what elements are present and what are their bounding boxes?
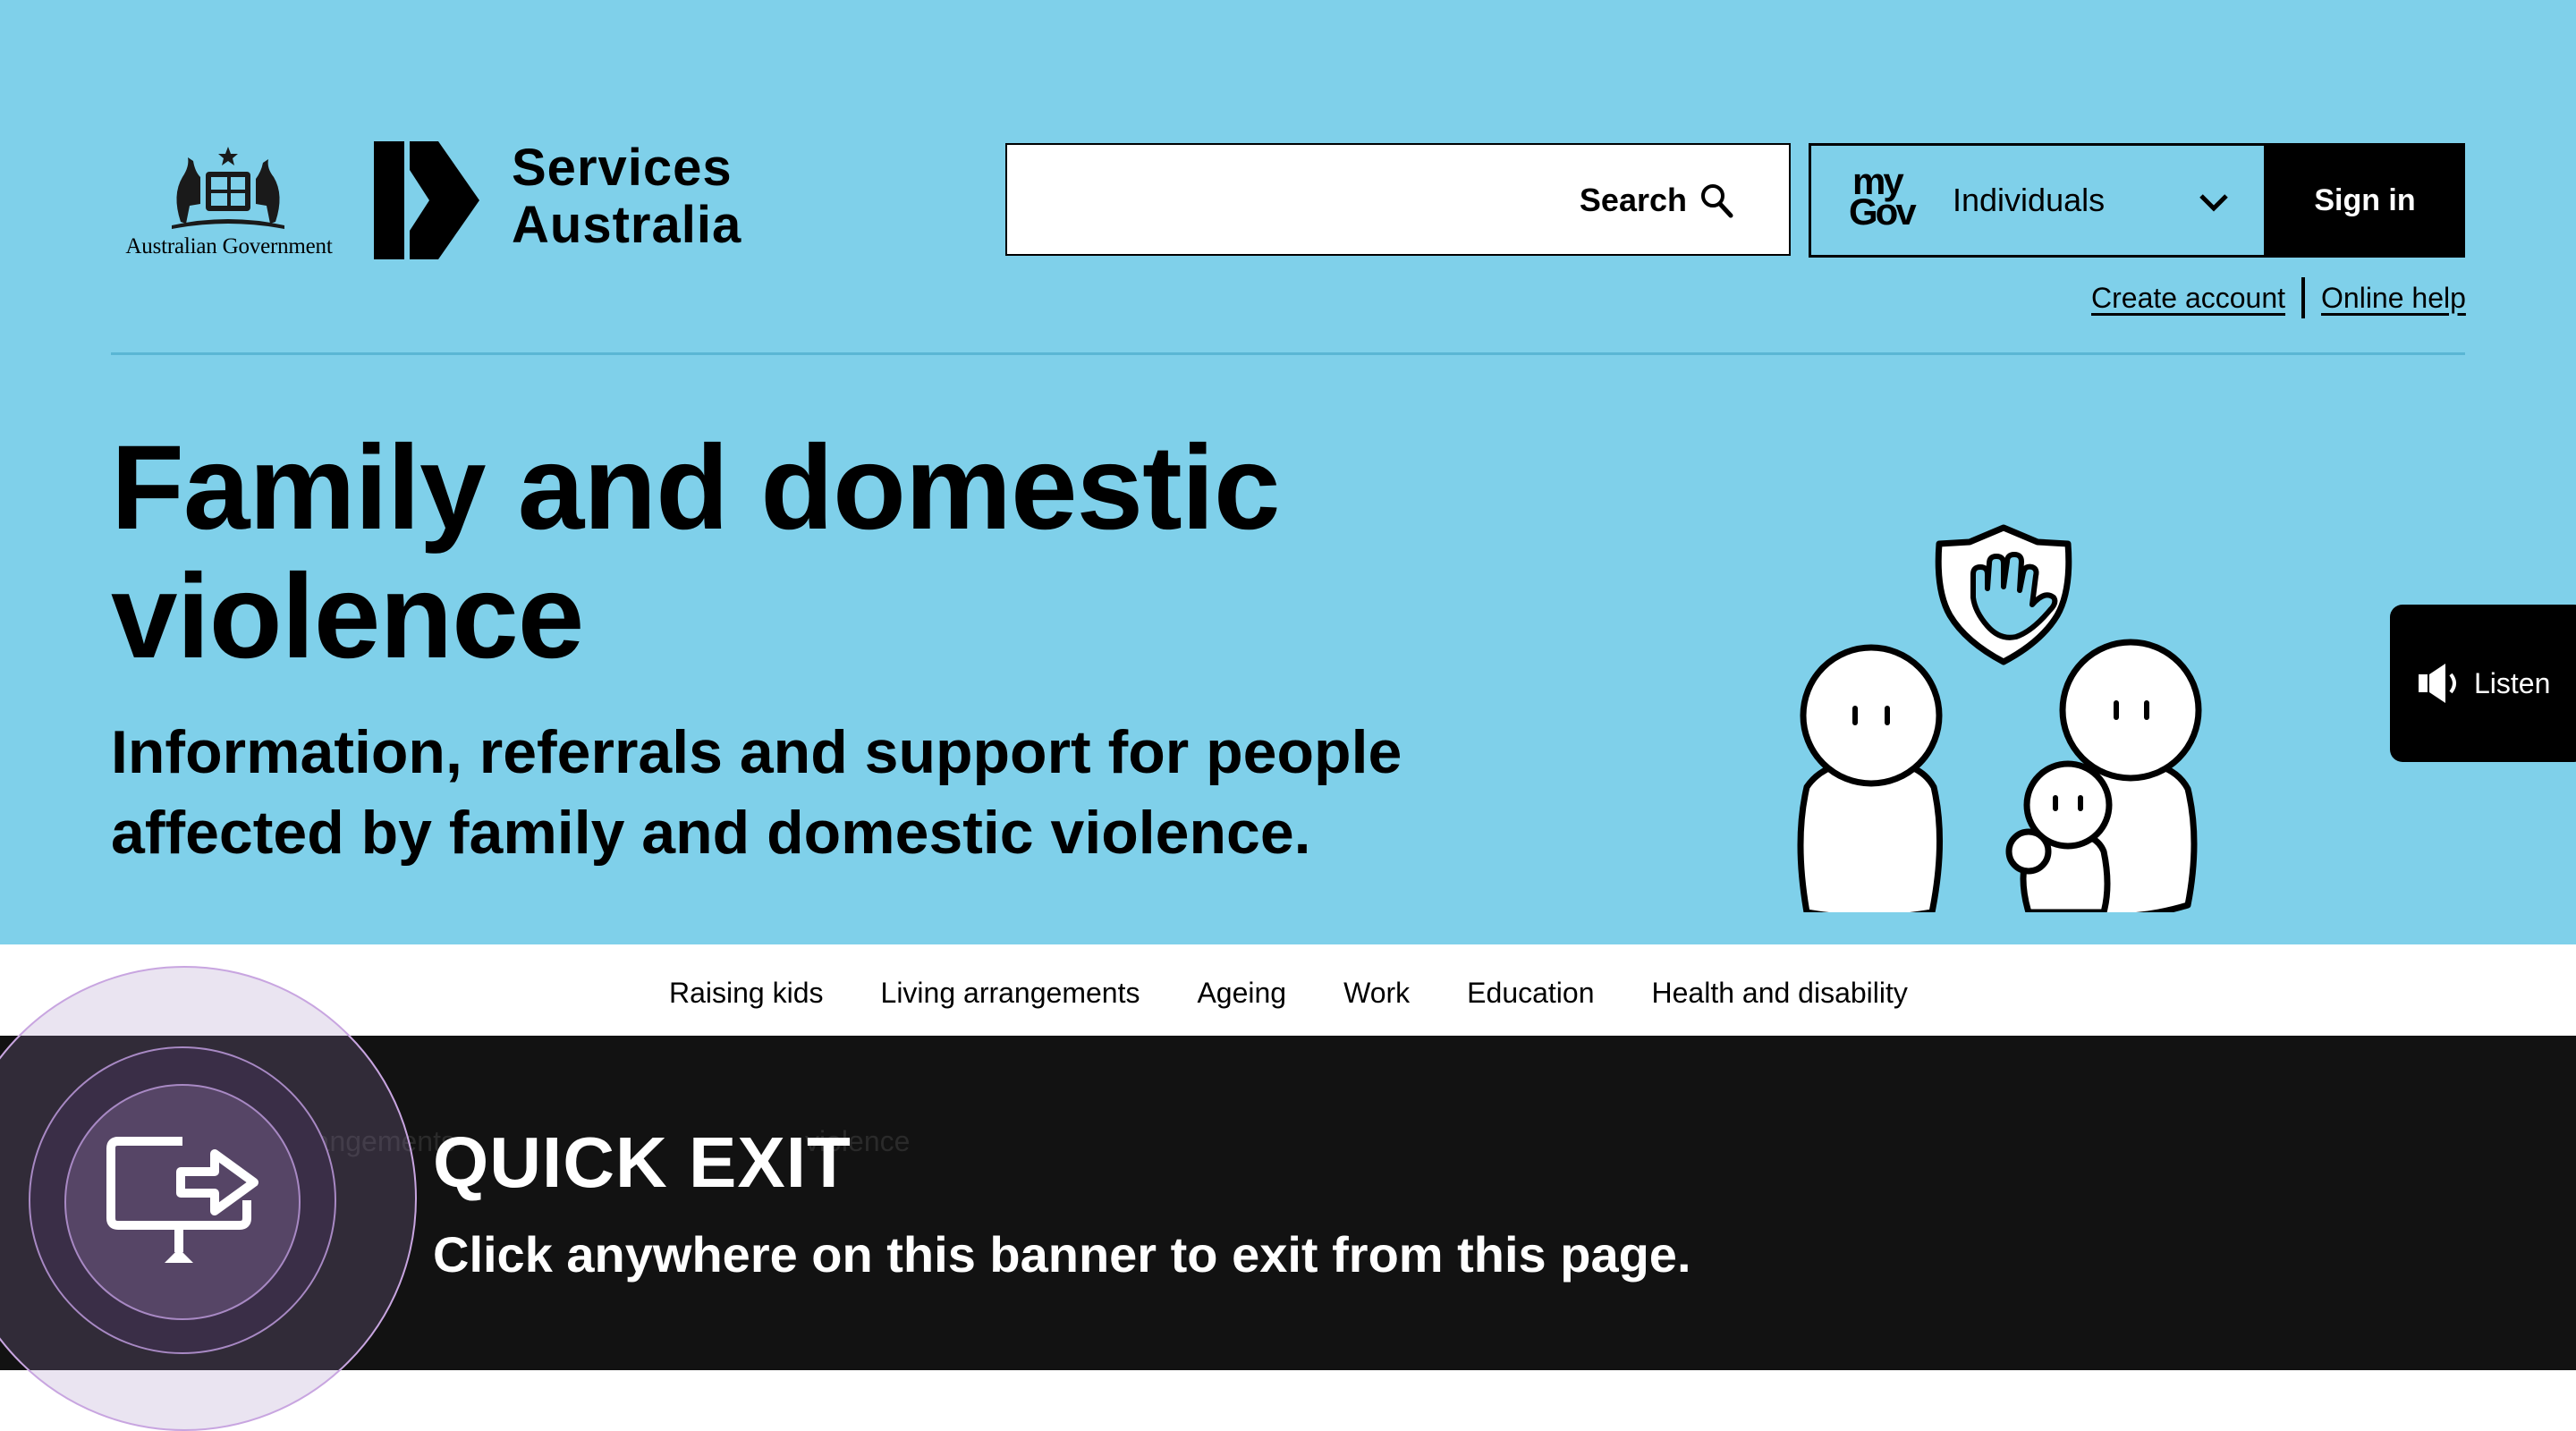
header-divider	[111, 352, 2465, 355]
services-australia-chevron-icon[interactable]	[374, 141, 481, 259]
account-links: Create account Online help	[2091, 277, 2466, 318]
listen-button[interactable]: Listen	[2390, 605, 2576, 762]
mygov-selected-value: Individuals	[1953, 182, 2106, 218]
nav-item-ageing[interactable]: Ageing	[1197, 977, 1286, 1010]
search-icon	[1701, 184, 1733, 218]
brand-line-2: Australia	[512, 196, 742, 254]
exit-screen-icon[interactable]	[106, 1129, 265, 1270]
mygov-logo: my Gov	[1849, 160, 1917, 233]
nav-item-work[interactable]: Work	[1343, 977, 1410, 1010]
listen-label: Listen	[2474, 666, 2551, 699]
family-protection-illustration	[1797, 524, 2202, 912]
quick-exit-title: QUICK EXIT	[433, 1122, 852, 1202]
brand-line-1: Services	[512, 139, 733, 197]
link-divider	[2301, 277, 2306, 318]
chevron-down-icon	[2199, 194, 2228, 212]
page-title: Family and domestic violence	[111, 421, 1280, 683]
nav-item-health-and-disability[interactable]: Health and disability	[1652, 977, 1908, 1010]
sign-in-button[interactable]: Sign in	[2265, 143, 2465, 258]
search-button[interactable]: Search	[1580, 177, 1733, 224]
speaker-icon	[2419, 664, 2456, 703]
quick-exit-text: Click anywhere on this banner to exit fr…	[433, 1226, 1691, 1283]
create-account-link[interactable]: Create account	[2091, 282, 2285, 315]
nav-item-living-arrangements[interactable]: Living arrangements	[880, 977, 1140, 1043]
government-logo-text: Australian Government	[125, 234, 333, 258]
online-help-link[interactable]: Online help	[2321, 282, 2466, 315]
coat-of-arms-icon	[172, 147, 284, 229]
services-australia-wordmark[interactable]: Services Australia	[512, 140, 741, 254]
nav-item-raising-kids[interactable]: Raising kids	[669, 977, 824, 1010]
nav-item-education[interactable]: Education	[1467, 977, 1594, 1010]
page-subtitle: Information, referrals and support for p…	[111, 718, 1402, 867]
australian-government-logo[interactable]: Australian Government	[109, 141, 349, 259]
mygov-account-select[interactable]: my Gov Individuals	[1809, 143, 2267, 258]
search-button-label: Search	[1579, 182, 1687, 218]
topic-navigation: Raising kids Living arrangements Ageing …	[0, 944, 2576, 1043]
search-input[interactable]: Search	[1005, 143, 1791, 256]
